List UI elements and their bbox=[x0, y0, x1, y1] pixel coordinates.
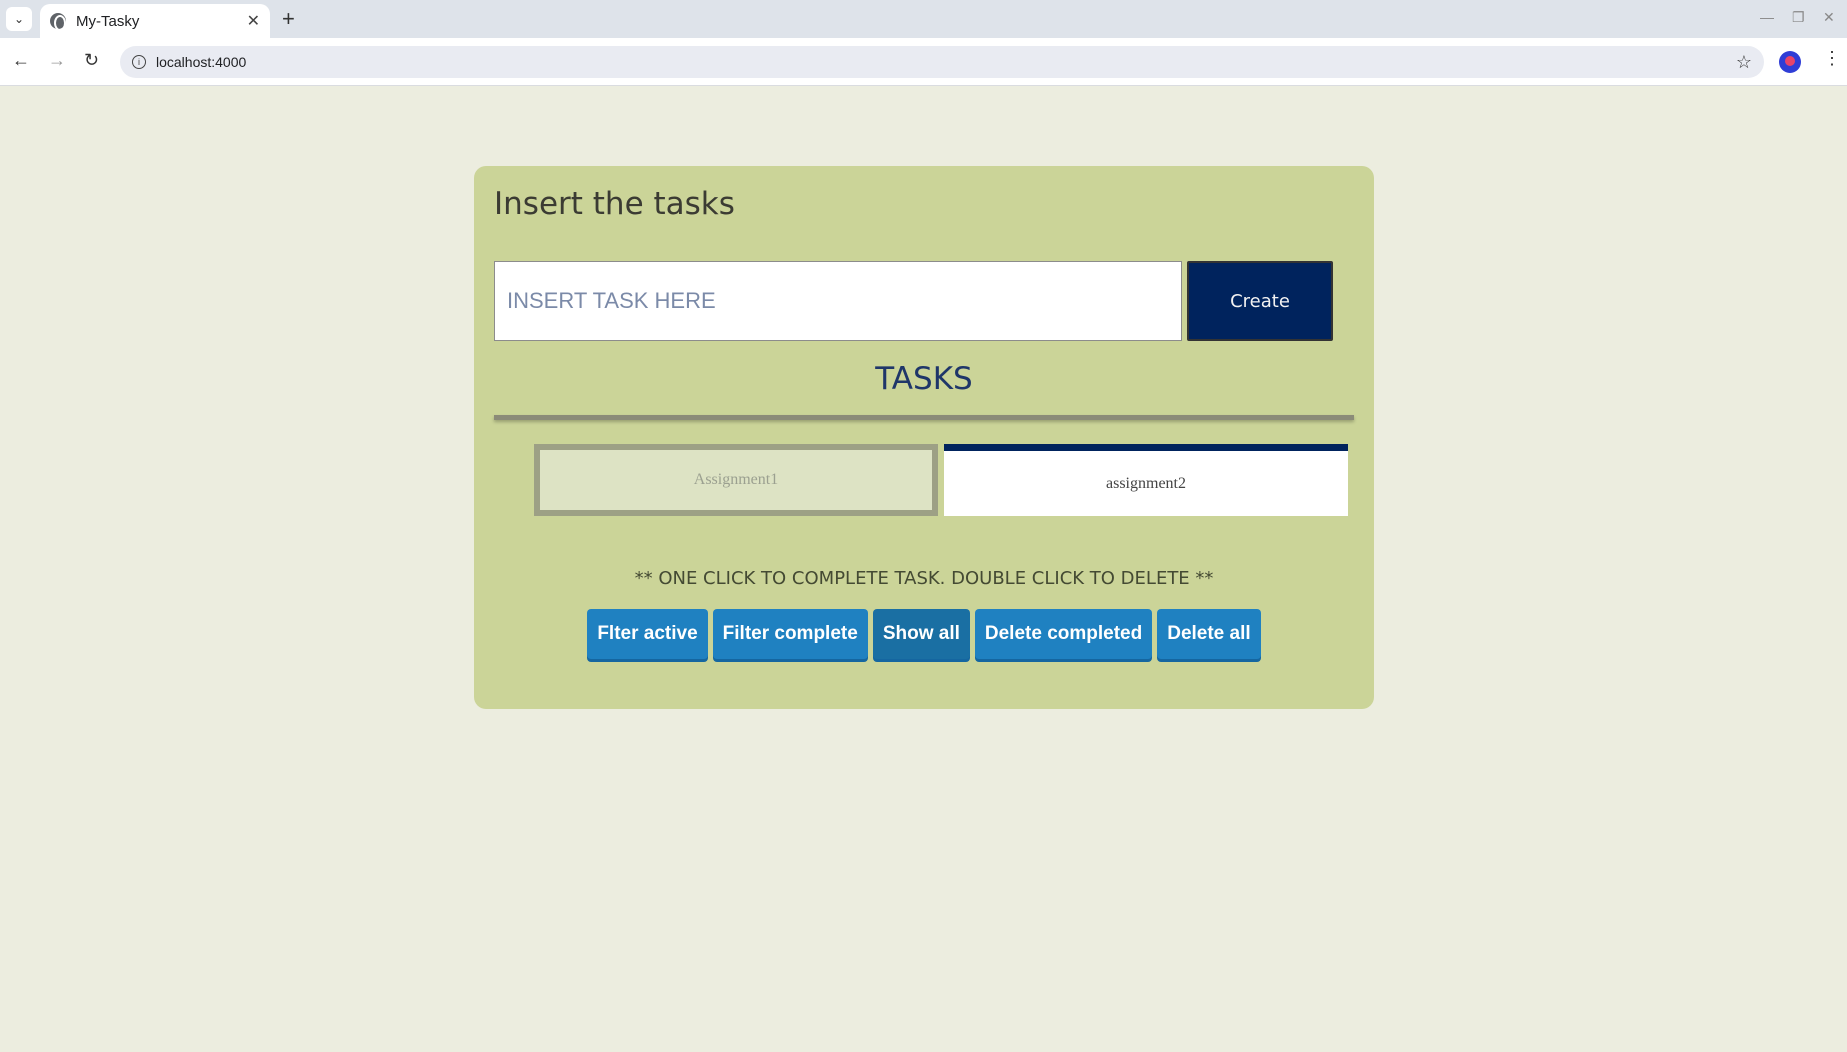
bookmark-star-icon[interactable]: ☆ bbox=[1736, 52, 1752, 73]
create-button[interactable]: Create bbox=[1187, 261, 1333, 341]
address-url[interactable]: localhost:4000 bbox=[156, 54, 1736, 70]
address-bar[interactable]: i localhost:4000 ☆ bbox=[120, 46, 1764, 78]
task-input[interactable] bbox=[494, 261, 1182, 341]
task-item-active[interactable]: assignment2 bbox=[944, 444, 1348, 516]
tasks-divider bbox=[494, 415, 1354, 420]
reload-icon[interactable]: ↻ bbox=[84, 50, 99, 71]
task-card: Insert the tasks Create TASKS Assignment… bbox=[474, 166, 1374, 709]
window-close-icon[interactable]: ✕ bbox=[1823, 9, 1835, 26]
browser-tab-strip: ⌄ My-Tasky ✕ + — ❐ ✕ bbox=[0, 0, 1847, 38]
tab-search-chevron-icon[interactable]: ⌄ bbox=[6, 7, 32, 31]
back-arrow-icon[interactable]: ← bbox=[12, 50, 30, 71]
minimize-icon[interactable]: — bbox=[1760, 9, 1774, 25]
tasks-heading: TASKS bbox=[875, 361, 973, 397]
profile-avatar-icon[interactable] bbox=[1779, 51, 1801, 73]
filter-active-button[interactable]: Flter active bbox=[587, 609, 708, 659]
card-title: Insert the tasks bbox=[494, 186, 735, 222]
usage-hint: ** ONE CLICK TO COMPLETE TASK. DOUBLE CL… bbox=[634, 568, 1214, 589]
browser-menu-icon[interactable]: ⋮ bbox=[1823, 48, 1841, 69]
filter-complete-button[interactable]: Filter complete bbox=[712, 609, 868, 659]
delete-completed-button[interactable]: Delete completed bbox=[974, 609, 1153, 659]
new-tab-icon[interactable]: + bbox=[282, 6, 295, 32]
browser-tab[interactable]: My-Tasky ✕ bbox=[40, 4, 270, 38]
browser-toolbar: ← → ↻ i localhost:4000 ☆ ⋮ bbox=[0, 38, 1847, 86]
action-buttons: Flter active Filter complete Show all De… bbox=[474, 609, 1374, 659]
task-item-completed[interactable]: Assignment1 bbox=[534, 444, 938, 516]
tab-close-icon[interactable]: ✕ bbox=[247, 11, 260, 31]
tab-title: My-Tasky bbox=[76, 12, 140, 30]
forward-arrow-icon[interactable]: → bbox=[48, 50, 66, 71]
globe-icon bbox=[50, 13, 66, 31]
delete-all-button[interactable]: Delete all bbox=[1157, 609, 1261, 659]
restore-icon[interactable]: ❐ bbox=[1792, 9, 1805, 26]
show-all-button[interactable]: Show all bbox=[872, 609, 970, 659]
site-info-icon[interactable]: i bbox=[132, 55, 146, 69]
